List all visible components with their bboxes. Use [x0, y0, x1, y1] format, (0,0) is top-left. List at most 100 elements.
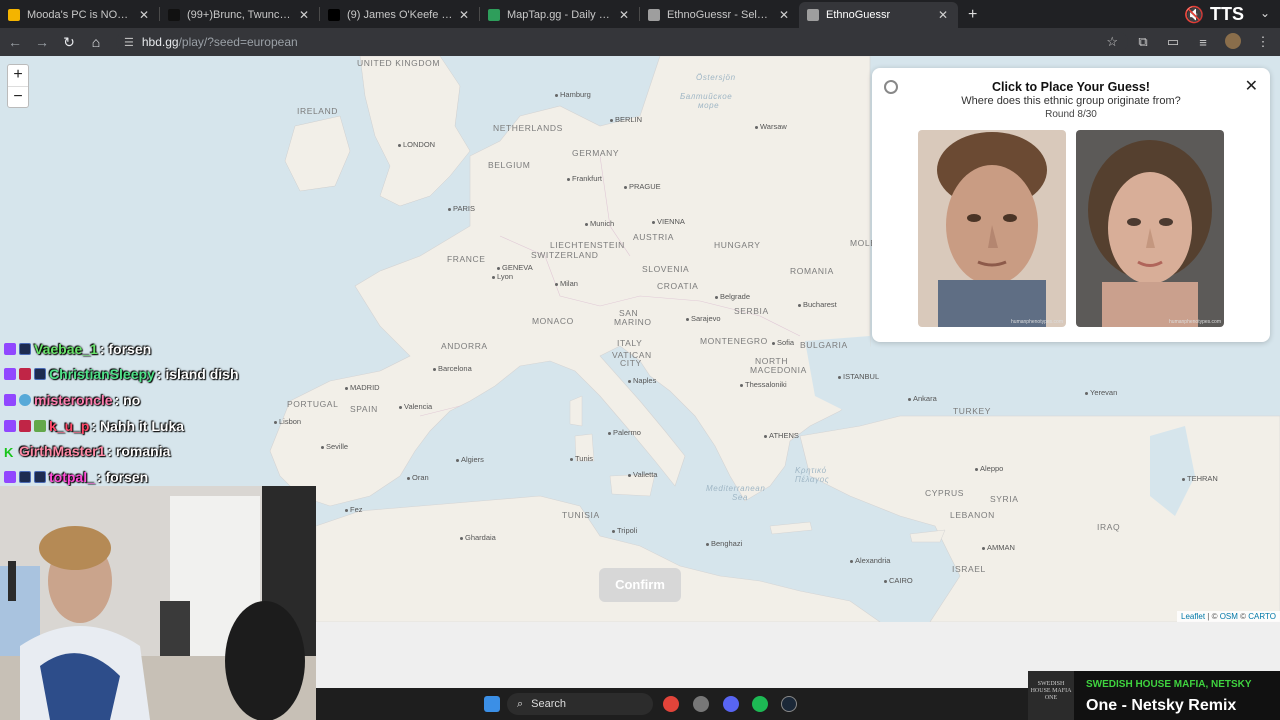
- start-icon[interactable]: [484, 696, 500, 712]
- spotify-icon[interactable]: [752, 696, 768, 712]
- male-face-image[interactable]: humanphenotypes.com: [918, 130, 1066, 327]
- tab-label: (99+)Brunc, Twunc, Lowkrunc, L: [187, 9, 293, 21]
- app-icon[interactable]: [693, 696, 709, 712]
- city-label: Naples: [628, 376, 656, 385]
- taskbar-search-label: Search: [531, 698, 567, 710]
- attribution-sep: ©: [1237, 612, 1249, 621]
- zoom-out-button[interactable]: −: [8, 86, 28, 107]
- tab-label: Mooda's PC is NOT the one we: [27, 9, 133, 21]
- close-icon[interactable]: ✕: [777, 8, 791, 22]
- city-label: Tunis: [570, 454, 593, 463]
- profile-avatar[interactable]: [1218, 32, 1248, 52]
- media-controls-icon[interactable]: ≡: [1188, 35, 1218, 50]
- home-icon[interactable]: ⌂: [84, 34, 108, 50]
- city-label: PARIS: [448, 204, 475, 213]
- osm-link[interactable]: OSM: [1220, 612, 1238, 621]
- country-label: ANDORRA: [441, 341, 488, 351]
- city-label: Valletta: [628, 470, 657, 479]
- chrome-icon[interactable]: [663, 696, 679, 712]
- zoom-control: + −: [7, 64, 29, 108]
- confirm-button[interactable]: Confirm: [599, 568, 681, 602]
- country-label: BULGARIA: [800, 340, 848, 350]
- twitch-badge-icon: [4, 342, 16, 355]
- url-host: hbd.gg: [141, 35, 179, 49]
- panel-subtitle: Where does this ethnic group originate f…: [961, 95, 1181, 107]
- url-field[interactable]: ☰ hbd.gg/play/?seed=european ☆: [116, 31, 1128, 53]
- country-label: CROATIA: [657, 281, 699, 291]
- browser-tab-active[interactable]: EthnoGuessr ✕: [799, 2, 958, 28]
- map-attribution: Leaflet | © OSM © CARTO: [1177, 611, 1280, 622]
- close-icon[interactable]: ✕: [457, 8, 471, 22]
- tab-favicon-icon: [168, 9, 180, 21]
- city-label: Hamburg: [555, 90, 591, 99]
- cast-icon[interactable]: ▭: [1158, 34, 1188, 50]
- discord-icon[interactable]: [723, 696, 739, 712]
- country-label: AUSTRIA: [633, 232, 675, 242]
- zoom-in-button[interactable]: +: [8, 65, 28, 86]
- taskbar-search[interactable]: ⌕ Search: [507, 693, 653, 715]
- extensions-icon[interactable]: ⧉: [1128, 34, 1158, 50]
- guess-panel: ✕ Click to Place Your Guess! Where does …: [872, 68, 1270, 342]
- city-label: Aleppo: [975, 464, 1003, 473]
- chat-text: : island dish: [156, 366, 239, 383]
- city-label: AMMAN: [982, 543, 1015, 552]
- close-icon[interactable]: ✕: [137, 8, 151, 22]
- city-label: Barcelona: [433, 364, 472, 373]
- city-label: Seville: [321, 442, 348, 451]
- country-label: BELGIUM: [488, 160, 531, 170]
- new-tab-button[interactable]: +: [958, 2, 987, 28]
- chat-text: : Nahh it Luka: [91, 417, 185, 434]
- city-label: Milan: [555, 279, 578, 288]
- image-watermark: humanphenotypes.com: [1169, 319, 1221, 325]
- city-label: ISTANBUL: [838, 372, 879, 381]
- city-label: Alexandria: [850, 556, 890, 565]
- back-icon[interactable]: ←: [3, 34, 27, 50]
- tab-favicon-icon: [328, 9, 340, 21]
- chat-text: : forsen: [96, 468, 149, 485]
- leaflet-link[interactable]: Leaflet: [1181, 612, 1205, 621]
- tab-search-icon[interactable]: ⌄: [1260, 6, 1270, 20]
- search-icon: ⌕: [517, 697, 524, 710]
- city-label: Sarajevo: [686, 314, 721, 323]
- city-label: ATHENS: [764, 431, 799, 440]
- country-label: SERBIA: [734, 306, 769, 316]
- country-label: CYPRUS: [925, 488, 965, 498]
- sea-label: Κρητικό: [795, 466, 827, 475]
- sea-label: Östersjön: [696, 73, 736, 82]
- menu-icon[interactable]: ⋮: [1248, 34, 1278, 50]
- steam-icon[interactable]: [781, 696, 797, 712]
- forward-icon[interactable]: →: [30, 34, 54, 50]
- country-label: CITY: [620, 358, 642, 368]
- city-label: Algiers: [456, 455, 484, 464]
- carto-link[interactable]: CARTO: [1248, 612, 1276, 621]
- female-face-image[interactable]: humanphenotypes.com: [1076, 130, 1224, 327]
- webcam-feed: [0, 486, 316, 720]
- city-label: Belgrade: [715, 292, 750, 301]
- city-label: Bucharest: [798, 300, 837, 309]
- browser-tab[interactable]: EthnoGuessr - Select Game Mo ✕: [640, 2, 799, 28]
- chat-text: : forsen: [99, 340, 152, 357]
- sea-label: Sea: [732, 493, 749, 502]
- browser-tab[interactable]: Mooda's PC is NOT the one we ✕: [0, 2, 159, 28]
- bookmark-star-icon[interactable]: ☆: [1106, 34, 1118, 50]
- country-label: MACEDONIA: [750, 365, 807, 375]
- browser-tab[interactable]: MapTap.gg - Daily Geograp ✕: [480, 2, 639, 28]
- close-icon[interactable]: ✕: [936, 8, 950, 22]
- chat-message: ChristianSleepy: island dish: [4, 362, 304, 388]
- close-icon[interactable]: ✕: [617, 8, 631, 22]
- reload-icon[interactable]: ↻: [57, 34, 81, 51]
- stream-chat: Vaebae_1: forsen ChristianSleepy: island …: [4, 336, 304, 490]
- browser-tab[interactable]: (99+)Brunc, Twunc, Lowkrunc, L ✕: [160, 2, 319, 28]
- city-label: PRAGUE: [624, 182, 661, 191]
- city-label: Ankara: [908, 394, 937, 403]
- site-info-icon[interactable]: ☰: [124, 36, 134, 49]
- chat-username: totpal_: [49, 468, 95, 485]
- close-icon[interactable]: ✕: [297, 8, 311, 22]
- country-label: MONTENEGRO: [700, 336, 768, 346]
- browser-tab-bar: Mooda's PC is NOT the one we ✕ (99+)Brunc…: [0, 0, 1280, 28]
- now-playing-artist: SWEDISH HOUSE MAFIA, NETSKY: [1086, 679, 1252, 690]
- browser-tab[interactable]: (9) James O'Keefe on X: "BREAK ✕: [320, 2, 479, 28]
- sea-label: море: [698, 101, 720, 110]
- tab-label: MapTap.gg - Daily Geograp: [507, 9, 613, 21]
- country-label: ITALY: [617, 338, 643, 348]
